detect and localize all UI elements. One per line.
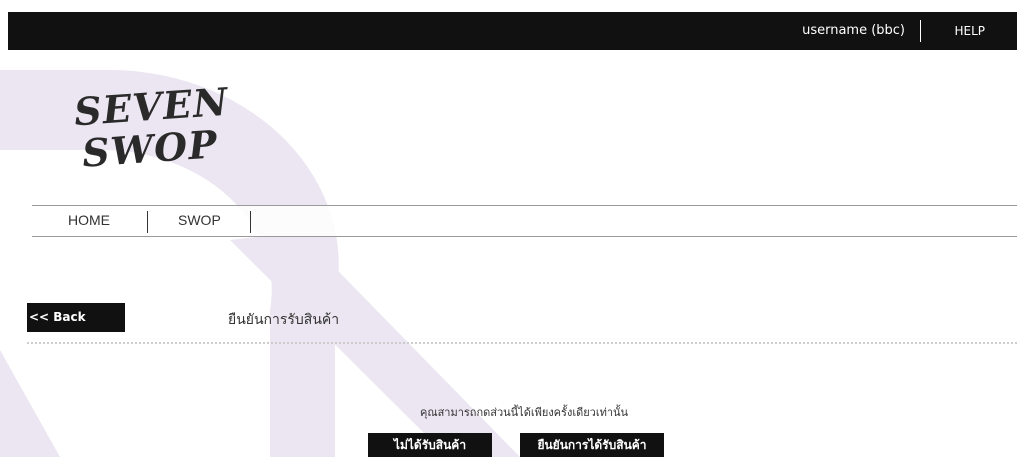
nav-item-home[interactable]: HOME: [68, 206, 110, 236]
seven-swop-logo[interactable]: SEVEN SWOP: [68, 78, 238, 180]
notice-text: คุณสามารถกดส่วนนี้ได้เพียงครั้งเดียวเท่า…: [420, 406, 629, 419]
username-link[interactable]: username (bbc): [802, 12, 905, 50]
help-link[interactable]: HELP: [954, 12, 985, 50]
page-title: ยืนยันการรับสินค้า: [228, 312, 340, 328]
confirm-received-button[interactable]: ยืนยันการได้รับสินค้า: [520, 433, 664, 457]
dotted-divider: [27, 342, 1017, 344]
nav-separator: [147, 211, 148, 233]
not-received-button[interactable]: ไม่ได้รับสินค้า: [368, 433, 492, 457]
lower-left-shape: [0, 350, 60, 457]
topbar-separator: [920, 20, 921, 42]
top-bar: username (bbc) HELP: [8, 12, 1017, 50]
diagonal-stripe-shape: [230, 232, 520, 457]
nav-separator: [250, 211, 251, 233]
main-nav: HOME SWOP: [32, 205, 1017, 237]
logo-text-line2: SWOP: [80, 121, 220, 176]
nav-item-swop[interactable]: SWOP: [178, 206, 221, 236]
back-button[interactable]: << Back: [27, 303, 125, 332]
